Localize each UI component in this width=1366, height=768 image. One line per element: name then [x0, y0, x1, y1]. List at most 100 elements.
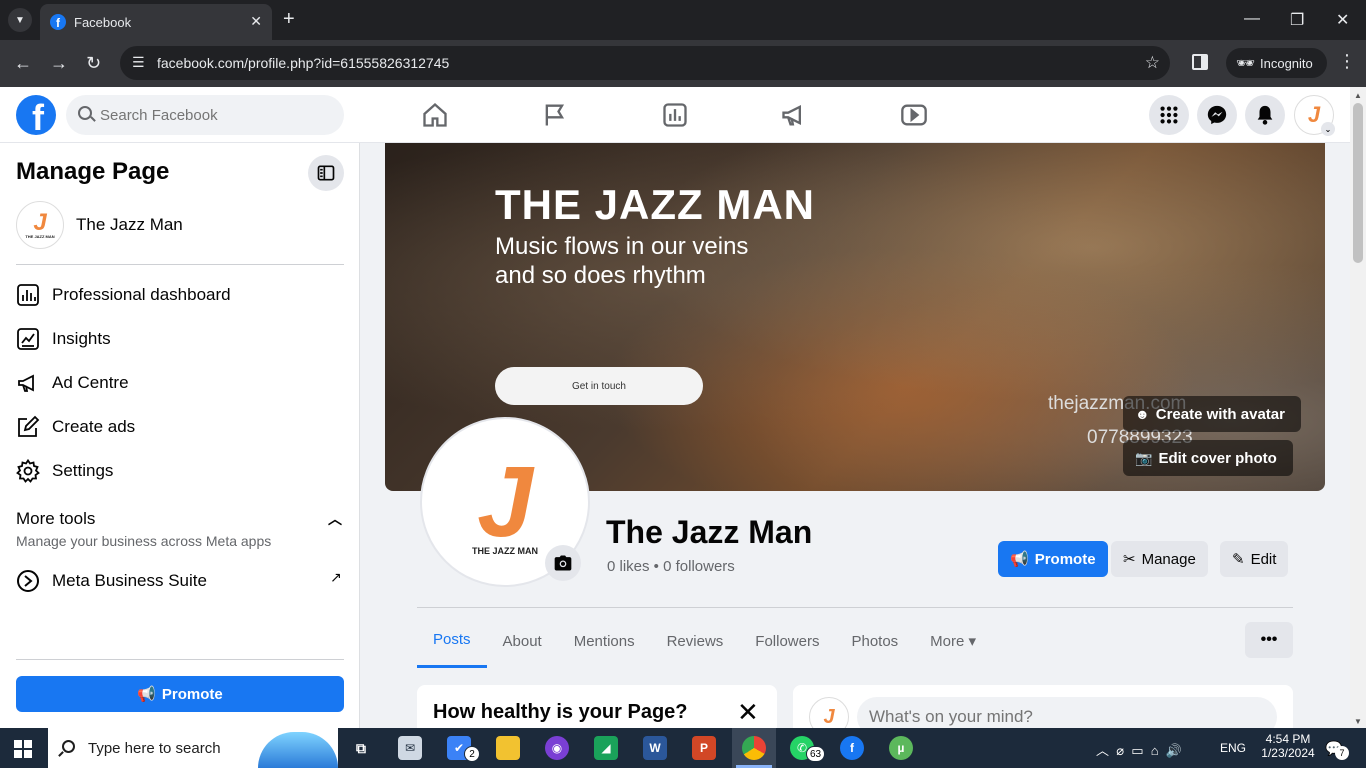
page-logo-avatar: J THE JAZZ MAN [16, 201, 64, 249]
edit-cover-photo-button[interactable]: 📷 Edit cover photo [1123, 440, 1293, 476]
account-avatar[interactable]: J ⌄ [1294, 95, 1335, 136]
taskbar-search-placeholder: Type here to search [88, 739, 221, 757]
scrollbar-thumb[interactable] [1353, 103, 1363, 263]
side-panel-icon[interactable] [1192, 54, 1208, 70]
collapse-sidebar-button[interactable] [308, 155, 344, 191]
notification-center-icon[interactable]: 💬 7 [1325, 740, 1349, 760]
chevron-up-icon[interactable]: ︿ [328, 509, 342, 529]
more-options-button[interactable]: ••• [1245, 622, 1293, 658]
tab-posts[interactable]: Posts [417, 614, 487, 668]
tab-mentions[interactable]: Mentions [558, 614, 651, 668]
camera-icon[interactable] [545, 545, 581, 581]
github-icon[interactable]: ◉ [545, 736, 569, 760]
facebook-search-input[interactable] [100, 106, 320, 124]
tab-reviews[interactable]: Reviews [651, 614, 740, 668]
sidebar-promote-button[interactable]: 📢 Promote [16, 676, 344, 712]
browser-tab[interactable]: f Facebook ✕ [40, 4, 272, 40]
tab-followers[interactable]: Followers [739, 614, 835, 668]
manage-button[interactable]: ✂ Manage [1111, 541, 1208, 577]
sidebar-item-insights[interactable]: Insights [16, 321, 111, 357]
megaphone-icon[interactable] [780, 101, 808, 129]
system-tray-icons[interactable]: ︿ ⌀ ▭ ⌂ 🔊 [1096, 740, 1182, 759]
page-stats[interactable]: 0 likes • 0 followers [607, 558, 735, 575]
browser-tab-bar: ▼ f Facebook ✕ + — ❐ ✕ [0, 0, 1366, 40]
bell-icon[interactable] [1245, 95, 1285, 135]
edit-label: Edit [1250, 550, 1277, 568]
browser-menu-icon[interactable]: ⋮ [1338, 51, 1356, 72]
word-icon[interactable]: W [643, 736, 667, 760]
promote-button[interactable]: 📢 Promote [998, 541, 1108, 577]
facebook-logo-icon[interactable]: f [16, 95, 56, 135]
external-link-icon: ↗ [330, 569, 342, 585]
sidebar-item-settings[interactable]: Settings [16, 453, 113, 489]
video-icon[interactable] [900, 101, 928, 129]
search-highlight-graphic [258, 732, 338, 768]
insights-icon [16, 327, 40, 351]
windows-start-icon[interactable] [14, 740, 32, 758]
tab-more[interactable]: More ▾ [914, 614, 992, 668]
divider [16, 264, 344, 265]
megaphone-icon [16, 371, 40, 395]
taskbar-search-box[interactable]: Type here to search [48, 728, 338, 768]
more-tools-heading[interactable]: More tools [16, 509, 95, 529]
scroll-up-icon[interactable]: ▲ [1354, 91, 1362, 100]
bookmark-star-icon[interactable]: ☆ [1145, 53, 1160, 73]
promote-label: Promote [161, 685, 223, 703]
close-icon[interactable]: ✕ [737, 697, 759, 728]
reload-button[interactable]: ↻ [86, 53, 101, 74]
utorrent-icon[interactable]: µ [889, 736, 913, 760]
address-bar-row: ← → ↻ ☰ facebook.com/profile.php?id=6155… [0, 40, 1366, 87]
chrome-icon[interactable] [742, 736, 766, 760]
sidebar-item-label: Professional dashboard [52, 285, 231, 304]
incognito-indicator[interactable]: 🕶 Incognito [1226, 48, 1327, 78]
url-text: facebook.com/profile.php?id=615558263127… [157, 55, 450, 71]
file-explorer-icon[interactable] [496, 736, 520, 760]
site-info-icon[interactable]: ☰ [132, 54, 145, 71]
powerpoint-icon[interactable]: P [692, 736, 716, 760]
tab-photos[interactable]: Photos [835, 614, 914, 668]
edit-button[interactable]: ✎ Edit [1220, 541, 1289, 577]
flag-icon[interactable] [541, 101, 569, 129]
profile-tabs: Posts About Mentions Reviews Followers P… [417, 614, 992, 668]
page-scrollbar[interactable]: ▲ ▼ [1350, 87, 1366, 728]
incognito-icon: 🕶 [1236, 55, 1256, 72]
messenger-icon[interactable] [1197, 95, 1237, 135]
megaphone-icon: 📢 [137, 686, 156, 703]
sidebar-item-label: Create ads [52, 417, 136, 436]
sidebar-item-meta-business-suite[interactable]: Meta Business Suite [16, 563, 207, 599]
whatsapp-badge: 63 [806, 746, 826, 762]
facebook-app-icon[interactable]: f [840, 736, 864, 760]
avatar-icon: ☻ [1135, 406, 1150, 422]
tab-about[interactable]: About [487, 614, 558, 668]
taskbar-clock[interactable]: 4:54 PM 1/23/2024 [1258, 732, 1318, 760]
minimize-button[interactable]: — [1244, 10, 1260, 28]
facebook-search-box[interactable] [66, 95, 344, 135]
sidebar-item-create-ads[interactable]: Create ads [16, 409, 135, 445]
scroll-down-icon[interactable]: ▼ [1354, 717, 1362, 726]
todo-badge: 2 [464, 746, 480, 762]
create-with-avatar-button[interactable]: ☻ Create with avatar [1123, 396, 1301, 432]
home-icon[interactable] [421, 101, 449, 129]
url-bar[interactable]: ☰ facebook.com/profile.php?id=6155582631… [120, 46, 1170, 80]
chevron-down-icon: ⌄ [1321, 122, 1335, 136]
apps-grid-icon[interactable] [1149, 95, 1189, 135]
back-button[interactable]: ← [14, 53, 32, 74]
new-tab-button[interactable]: + [283, 8, 295, 31]
cover-tagline: and so does rhythm [495, 262, 706, 289]
restore-button[interactable]: ❐ [1290, 10, 1304, 30]
sidebar-page-item[interactable]: J THE JAZZ MAN The Jazz Man [16, 201, 183, 249]
sidebar-item-label: Ad Centre [52, 373, 129, 392]
language-indicator[interactable]: ENG [1220, 741, 1246, 755]
insights-icon[interactable] [661, 101, 689, 129]
clock-time: 4:54 PM [1265, 732, 1311, 746]
sidebar-item-ad-centre[interactable]: Ad Centre [16, 365, 129, 401]
divider [16, 659, 344, 660]
sidebar-item-professional-dashboard[interactable]: Professional dashboard [16, 277, 231, 313]
mail-icon[interactable]: ✉ [398, 736, 422, 760]
forward-button[interactable]: → [50, 53, 68, 74]
close-tab-icon[interactable]: ✕ [250, 13, 262, 30]
close-window-button[interactable]: ✕ [1336, 10, 1349, 30]
tab-search-button[interactable]: ▼ [8, 8, 32, 32]
app-icon[interactable]: ◢ [594, 736, 618, 760]
task-view-icon[interactable]: ⧉ [349, 736, 373, 760]
